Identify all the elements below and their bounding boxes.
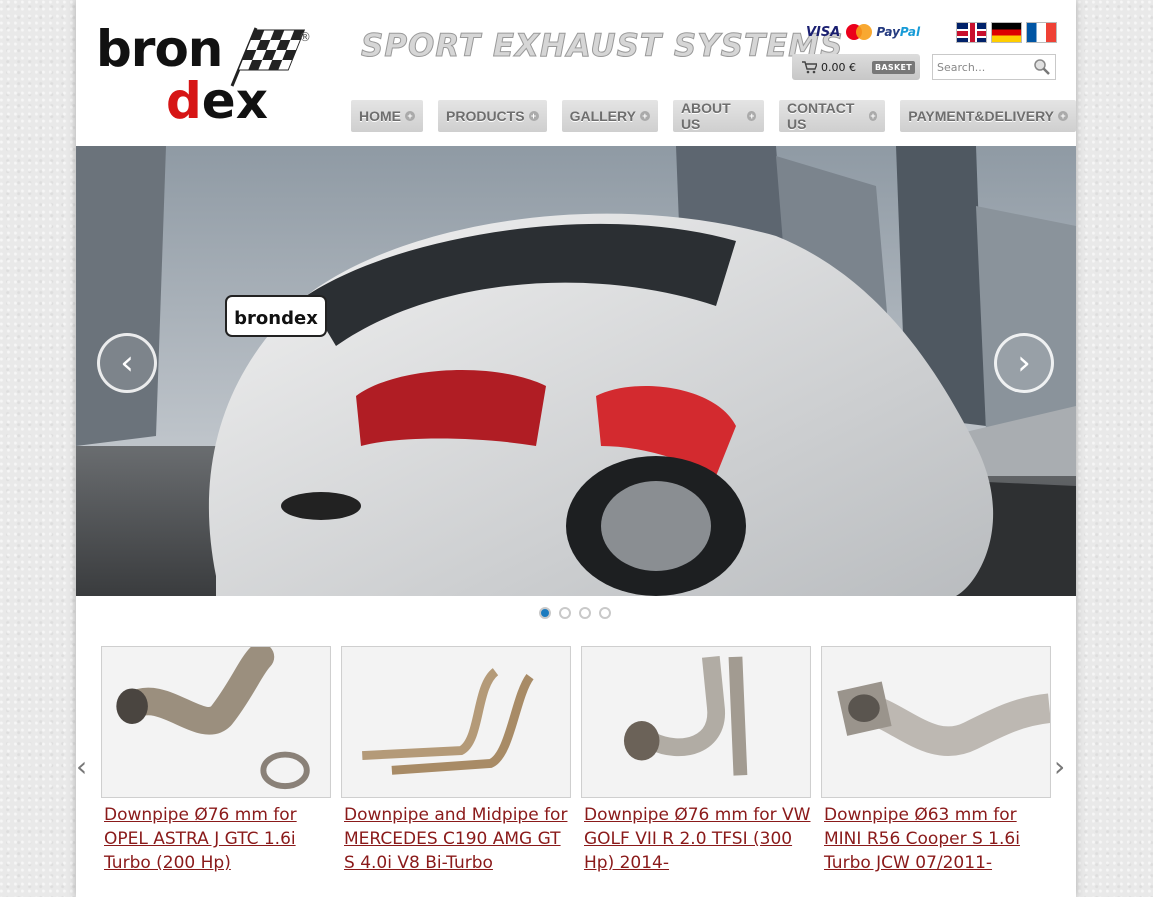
slider-prev-button[interactable]: ‹: [97, 333, 157, 393]
nav-about-us[interactable]: ABOUT US +: [672, 100, 765, 132]
paypal-logo-part1: Pay: [876, 25, 900, 39]
basket-amount: 0.00 €: [821, 60, 856, 74]
product-title-link[interactable]: Downpipe Ø76 mm for OPEL ASTRA J GTC 1.6…: [101, 803, 331, 875]
plus-icon: +: [747, 111, 757, 121]
nav-home-label: HOME: [359, 108, 401, 124]
product-image[interactable]: [821, 646, 1051, 798]
slider-dot-4[interactable]: [599, 607, 611, 619]
mastercard-icon: [844, 24, 873, 40]
slider-dot-1[interactable]: [539, 607, 551, 619]
plus-icon: +: [528, 111, 539, 121]
search-icon[interactable]: [1033, 58, 1051, 76]
hero-car-image: brondex: [76, 146, 1076, 596]
site-tagline: SPORT EXHAUST SYSTEMS: [360, 28, 844, 65]
product-card: Downpipe Ø76 mm for VW GOLF VII R 2.0 TF…: [581, 646, 811, 886]
product-carousel: Downpipe Ø76 mm for OPEL ASTRA J GTC 1.6…: [101, 646, 1051, 886]
nav-gallery[interactable]: GALLERY +: [561, 100, 658, 132]
nav-contact-us[interactable]: CONTACT US +: [779, 100, 886, 132]
visa-logo: VISA: [806, 24, 841, 40]
search-box: [932, 54, 1056, 80]
product-image[interactable]: [341, 646, 571, 798]
plus-icon: +: [639, 111, 650, 121]
product-card: Downpipe and Midpipe for MERCEDES C190 A…: [341, 646, 571, 886]
carousel-next-button[interactable]: ›: [1054, 750, 1065, 783]
slider-pagination: [539, 607, 611, 619]
product-image[interactable]: [101, 646, 331, 798]
carousel-prev-button[interactable]: ‹: [76, 750, 87, 783]
flag-de-icon[interactable]: [991, 22, 1022, 43]
slider-dot-2[interactable]: [559, 607, 571, 619]
nav-home[interactable]: HOME +: [351, 100, 423, 132]
logo-line2-accent: d: [166, 72, 202, 130]
downpipe-image: [342, 647, 570, 797]
paypal-logo: PayPal: [876, 25, 920, 39]
page-container: bron dex ® SPORT EXHAUST SYSTEMS VISA Pa…: [76, 0, 1076, 897]
search-input[interactable]: [937, 60, 1033, 74]
license-plate-text: brondex: [234, 308, 318, 329]
basket-button[interactable]: 0.00 € BASKET: [792, 54, 920, 80]
nav-gallery-label: GALLERY: [569, 108, 636, 124]
paypal-logo-part2: Pal: [899, 25, 921, 39]
product-title-link[interactable]: Downpipe Ø63 mm for MINI R56 Cooper S 1.…: [821, 803, 1051, 875]
flag-uk-icon[interactable]: [956, 22, 987, 43]
hero-slider: brondex ‹ ›: [76, 146, 1076, 596]
flag-fr-icon[interactable]: [1026, 22, 1057, 43]
product-card: Downpipe Ø76 mm for OPEL ASTRA J GTC 1.6…: [101, 646, 331, 886]
nav-payment-delivery[interactable]: PAYMENT&DELIVERY +: [900, 100, 1076, 132]
product-card: Downpipe Ø63 mm for MINI R56 Cooper S 1.…: [821, 646, 1051, 886]
basket-label: BASKET: [872, 60, 915, 74]
checkered-flag-icon: [230, 27, 306, 87]
downpipe-image: [822, 647, 1050, 797]
downpipe-image: [582, 647, 810, 797]
brand-logo[interactable]: bron dex ®: [96, 20, 316, 126]
downpipe-image: [102, 647, 330, 797]
slider-dot-3[interactable]: [579, 607, 591, 619]
nav-products[interactable]: PRODUCTS +: [438, 100, 547, 132]
language-switcher: [956, 22, 1057, 43]
nav-contact-us-label: CONTACT US: [787, 100, 855, 132]
nav-products-label: PRODUCTS: [446, 108, 525, 124]
product-title-link[interactable]: Downpipe Ø76 mm for VW GOLF VII R 2.0 TF…: [581, 803, 811, 875]
plus-icon: +: [868, 111, 878, 121]
logo-line1: bron: [96, 20, 223, 78]
main-nav: HOME + PRODUCTS + GALLERY + ABOUT US + CONTA…: [351, 100, 1076, 132]
nav-payment-delivery-label: PAYMENT&DELIVERY: [908, 108, 1054, 124]
plus-icon: +: [1058, 111, 1068, 121]
registered-mark: ®: [299, 30, 311, 44]
payment-methods: VISA PayPal: [806, 23, 920, 41]
cart-icon: [802, 60, 817, 73]
nav-about-us-label: ABOUT US: [680, 100, 731, 132]
product-image[interactable]: [581, 646, 811, 798]
plus-icon: +: [405, 111, 415, 121]
product-title-link[interactable]: Downpipe and Midpipe for MERCEDES C190 A…: [341, 803, 571, 875]
slider-next-button[interactable]: ›: [994, 333, 1054, 393]
